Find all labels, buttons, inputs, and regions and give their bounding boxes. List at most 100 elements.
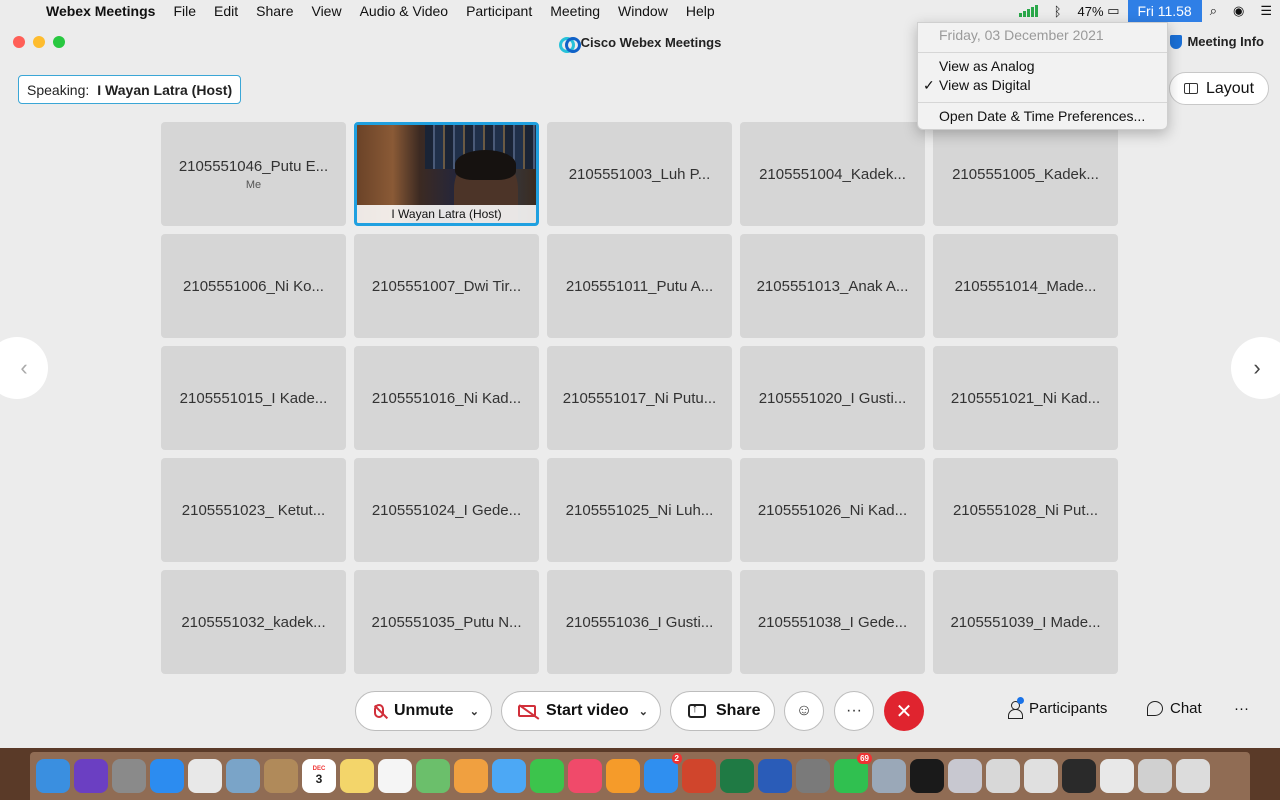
siri-menu-icon[interactable]: ◉	[1225, 3, 1252, 19]
siri-icon[interactable]	[74, 759, 108, 793]
minimize-window-button[interactable]	[33, 36, 45, 48]
view-as-analog-item[interactable]: View as Analog	[939, 58, 1034, 74]
more-options-button[interactable]: ···	[834, 691, 874, 731]
messages-icon[interactable]	[492, 759, 526, 793]
menu-audio-video[interactable]: Audio & Video	[351, 3, 457, 19]
participant-tile[interactable]: 2105551023_ Ketut...	[161, 458, 346, 562]
participants-button[interactable]: Participants	[1008, 696, 1107, 719]
leave-meeting-button[interactable]: ✕	[884, 691, 924, 731]
finder-icon[interactable]	[36, 759, 70, 793]
participant-tile[interactable]: 2105551016_Ni Kad...	[354, 346, 539, 450]
signal-icon[interactable]	[1011, 5, 1046, 17]
maps-icon[interactable]	[416, 759, 450, 793]
participant-tile[interactable]: 2105551014_Made...	[933, 234, 1118, 338]
menu-app-name[interactable]: Webex Meetings	[36, 3, 164, 19]
launchpad-icon[interactable]	[112, 759, 146, 793]
menu-participant[interactable]: Participant	[457, 3, 541, 19]
next-page-button[interactable]: ›	[1231, 337, 1280, 399]
reactions-button[interactable]: ☺	[784, 691, 824, 731]
chevron-down-icon[interactable]: ⌄	[639, 705, 648, 718]
participant-tile[interactable]: 2105551039_I Made...	[933, 570, 1118, 674]
window-thumbnail-icon[interactable]	[1100, 759, 1134, 793]
whatsapp-icon[interactable]: 69	[834, 753, 872, 793]
participant-tile[interactable]: 2105551007_Dwi Tir...	[354, 234, 539, 338]
participant-tile[interactable]: 2105551015_I Kade...	[161, 346, 346, 450]
unmute-button[interactable]: Unmute ⌄	[355, 691, 492, 731]
preview-icon[interactable]	[226, 759, 260, 793]
layout-button[interactable]: Layout	[1169, 72, 1269, 105]
notification-dot	[1017, 696, 1024, 704]
window-thumbnail-icon[interactable]	[1024, 759, 1058, 793]
document-icon[interactable]	[986, 759, 1020, 793]
participant-tile[interactable]: 2105551011_Putu A...	[547, 234, 732, 338]
excel-icon[interactable]	[720, 759, 754, 793]
chevron-down-icon[interactable]: ⌄	[470, 705, 479, 718]
facetime-icon[interactable]	[530, 759, 564, 793]
participant-tile[interactable]: 2105551020_I Gusti...	[740, 346, 925, 450]
chrome-icon[interactable]	[188, 759, 222, 793]
webex-icon[interactable]	[910, 759, 944, 793]
window-thumbnail-icon[interactable]	[1062, 759, 1096, 793]
calendar-icon[interactable]: DEC 3	[302, 759, 336, 793]
menu-share[interactable]: Share	[247, 3, 302, 19]
participant-tile[interactable]: 2105551024_I Gede...	[354, 458, 539, 562]
music-icon[interactable]	[568, 759, 602, 793]
participant-name: 2105551046_Putu E...	[178, 157, 329, 175]
participant-tile[interactable]: 2105551046_Putu E... Me	[161, 122, 346, 226]
safari-icon[interactable]	[150, 759, 184, 793]
participant-tile-video[interactable]: I Wayan Latra (Host)	[354, 122, 539, 226]
participant-tile[interactable]: 2105551035_Putu N...	[354, 570, 539, 674]
chat-button[interactable]: Chat	[1147, 700, 1202, 717]
close-window-button[interactable]	[13, 36, 25, 48]
app-store-icon[interactable]: 2	[644, 753, 682, 793]
participant-tile[interactable]: 2105551005_Kadek...	[933, 122, 1118, 226]
system-preferences-icon[interactable]	[796, 759, 830, 793]
bluetooth-icon[interactable]: ᛒ	[1046, 4, 1070, 19]
meeting-info-button[interactable]: Meeting Info	[1170, 34, 1264, 49]
participant-tile[interactable]: 2105551032_kadek...	[161, 570, 346, 674]
participant-tile[interactable]: 2105551006_Ni Ko...	[161, 234, 346, 338]
view-as-digital-item[interactable]: View as Digital	[939, 77, 1031, 93]
previous-page-button[interactable]: ‹	[0, 337, 48, 399]
menu-help[interactable]: Help	[677, 3, 724, 19]
participant-tile[interactable]: 2105551017_Ni Putu...	[547, 346, 732, 450]
notes-icon[interactable]	[340, 759, 374, 793]
reminders-icon[interactable]	[378, 759, 412, 793]
participant-tile[interactable]: 2105551004_Kadek...	[740, 122, 925, 226]
control-center-icon[interactable]: ☰	[1252, 3, 1280, 19]
menu-view[interactable]: View	[302, 3, 350, 19]
microphone-muted-icon	[374, 704, 384, 718]
participant-tile[interactable]: 2105551025_Ni Luh...	[547, 458, 732, 562]
share-button[interactable]: Share	[670, 691, 775, 731]
menu-file[interactable]: File	[164, 3, 205, 19]
open-date-time-preferences-item[interactable]: Open Date & Time Preferences...	[939, 108, 1145, 124]
word-icon[interactable]	[758, 759, 792, 793]
participant-tile[interactable]: 2105551021_Ni Kad...	[933, 346, 1118, 450]
participant-tile[interactable]: 2105551036_I Gusti...	[547, 570, 732, 674]
window-thumbnail-icon[interactable]	[1138, 759, 1172, 793]
start-video-button[interactable]: Start video ⌄	[501, 691, 661, 731]
close-icon: ✕	[895, 700, 913, 723]
photos-icon[interactable]	[454, 759, 488, 793]
participant-tile[interactable]: 2105551003_Luh P...	[547, 122, 732, 226]
books-icon[interactable]	[606, 759, 640, 793]
zoom-window-button[interactable]	[53, 36, 65, 48]
participant-tile[interactable]: 2105551013_Anak A...	[740, 234, 925, 338]
menu-window[interactable]: Window	[609, 3, 677, 19]
trash-icon[interactable]	[1176, 759, 1210, 793]
powerpoint-icon[interactable]	[682, 759, 716, 793]
participant-name: 2105551013_Anak A...	[756, 277, 909, 295]
menu-clock[interactable]: Fri 11.58	[1127, 0, 1202, 22]
menu-edit[interactable]: Edit	[205, 3, 247, 19]
utilities-icon[interactable]	[948, 759, 982, 793]
notification-badge: 69	[857, 753, 872, 764]
contacts-icon[interactable]	[264, 759, 298, 793]
participant-tile[interactable]: 2105551028_Ni Put...	[933, 458, 1118, 562]
participant-tile[interactable]: 2105551026_Ni Kad...	[740, 458, 925, 562]
spotlight-search-icon[interactable]: ⌕	[1202, 3, 1225, 19]
overflow-menu-button[interactable]: ···	[1234, 700, 1249, 717]
menu-meeting[interactable]: Meeting	[541, 3, 609, 19]
battery-status[interactable]: 47% ▭	[1070, 3, 1128, 19]
screenshot-icon[interactable]	[872, 759, 906, 793]
participant-tile[interactable]: 2105551038_I Gede...	[740, 570, 925, 674]
